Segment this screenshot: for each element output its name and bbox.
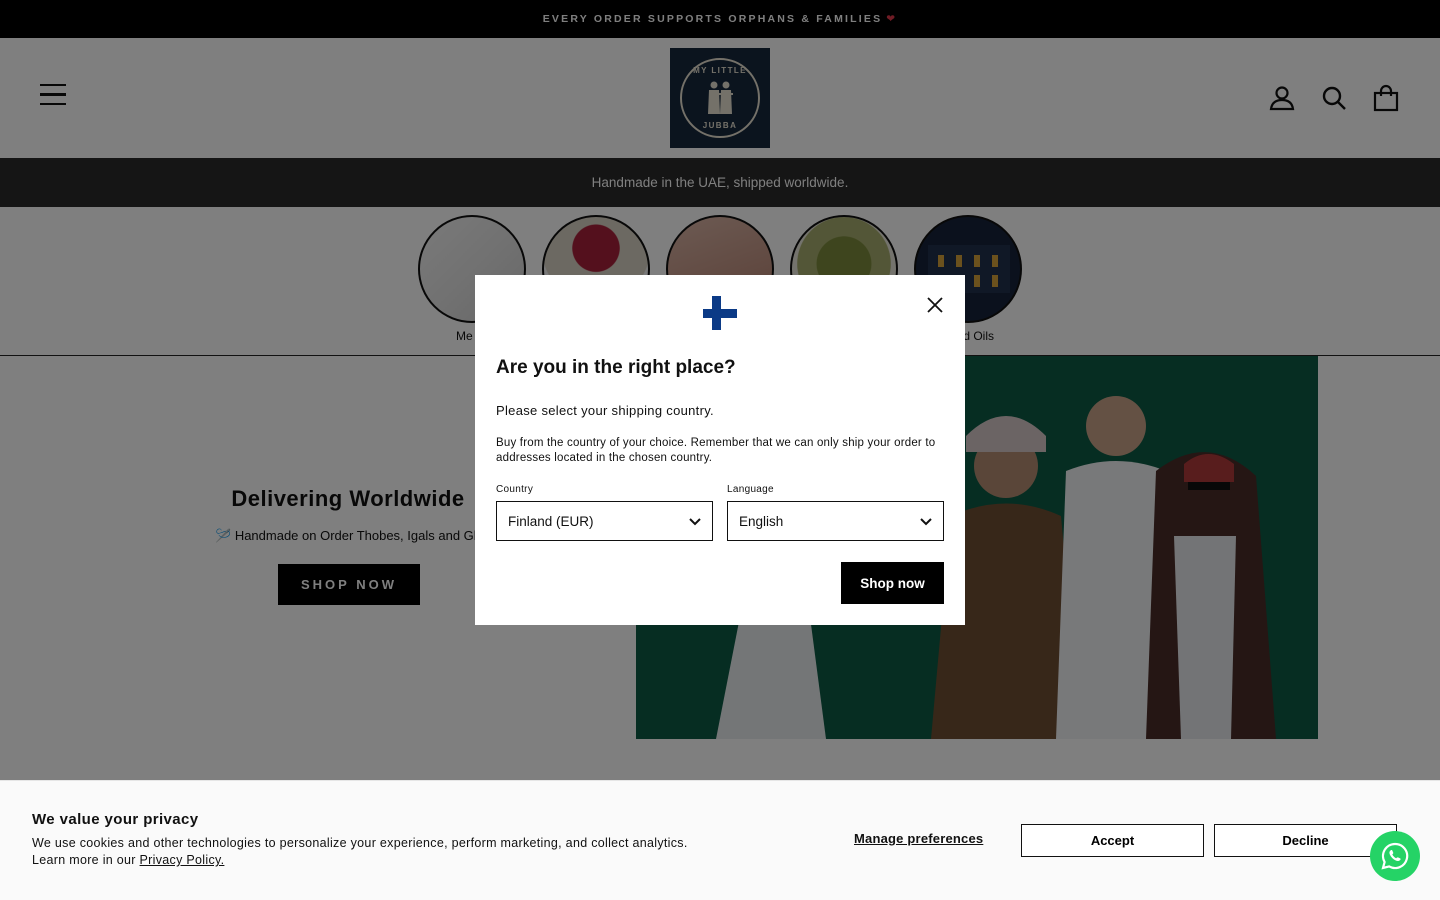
chevron-down-icon (920, 518, 932, 526)
accept-button[interactable]: Accept (1021, 824, 1204, 857)
manage-preferences-link[interactable]: Manage preferences (854, 831, 983, 846)
language-select[interactable]: English (727, 501, 944, 541)
country-selector-modal: Are you in the right place? Please selec… (475, 275, 965, 625)
country-select[interactable]: Finland (EUR) (496, 501, 713, 541)
cookie-text: We use cookies and other technologies to… (32, 835, 772, 869)
cookie-learn-more: Learn more in our (32, 853, 136, 867)
cookie-description: We use cookies and other technologies to… (32, 836, 688, 850)
modal-title: Are you in the right place? (496, 357, 736, 378)
country-label: Country (496, 484, 534, 495)
whatsapp-chat-button[interactable] (1370, 831, 1420, 881)
country-select-value: Finland (EUR) (508, 513, 594, 529)
finland-flag-icon (703, 296, 737, 330)
modal-description: Buy from the country of your choice. Rem… (496, 437, 936, 464)
modal-instruction: Please select your shipping country. (496, 403, 714, 418)
cookie-title: We value your privacy (32, 811, 199, 828)
shop-now-button[interactable]: Shop now (841, 562, 944, 604)
language-label: Language (727, 484, 774, 495)
cookie-banner: We value your privacy We use cookies and… (0, 780, 1440, 900)
privacy-policy-link[interactable]: Privacy Policy. (140, 853, 225, 867)
close-icon[interactable] (925, 295, 945, 315)
language-select-value: English (739, 513, 784, 529)
whatsapp-icon (1381, 842, 1409, 870)
chevron-down-icon (689, 518, 701, 526)
